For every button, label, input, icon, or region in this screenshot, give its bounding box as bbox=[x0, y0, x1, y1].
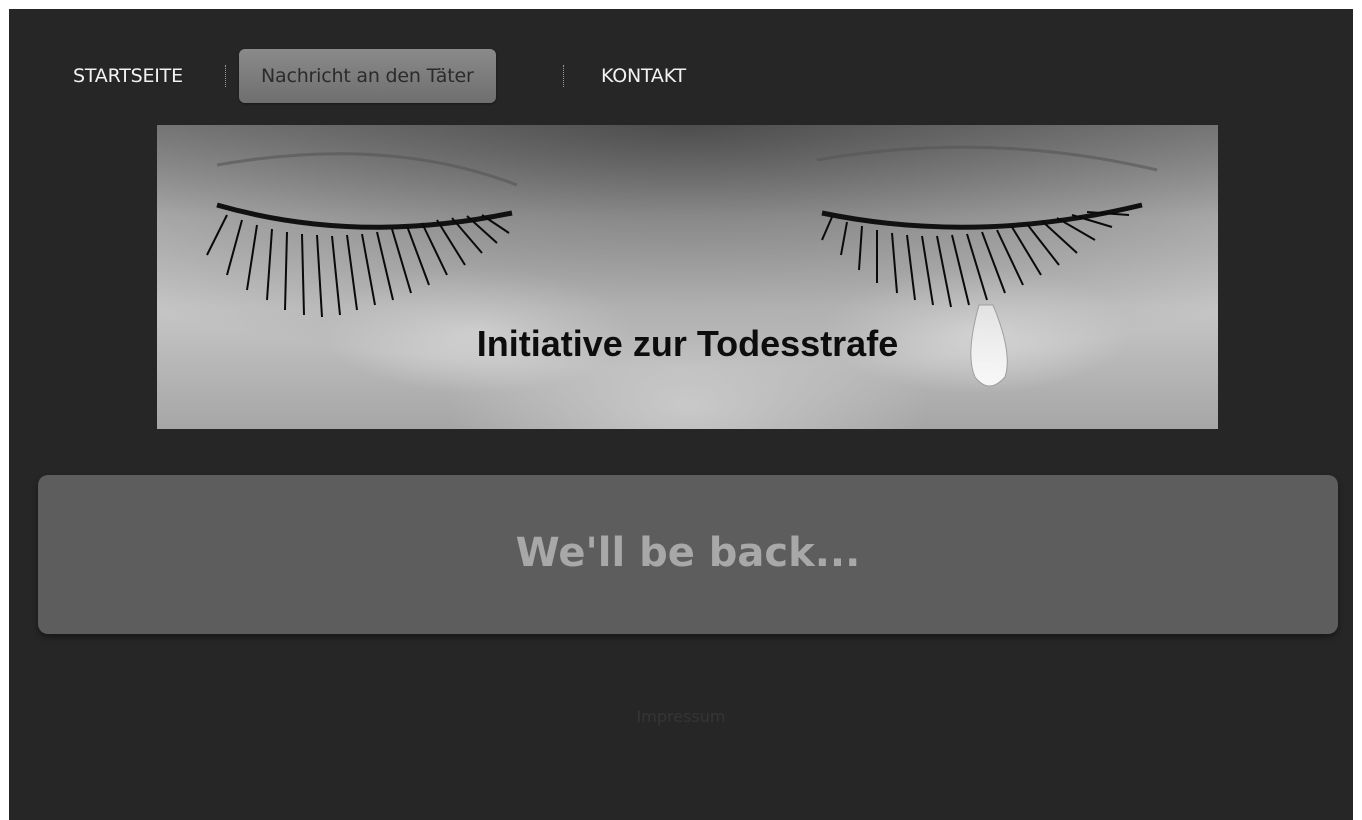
header-banner-image: Initiative zur Todesstrafe bbox=[157, 125, 1218, 429]
banner-title: Initiative zur Todesstrafe bbox=[476, 323, 899, 364]
page-frame: STARTSEITE Nachricht an den Täter KONTAK… bbox=[9, 9, 1353, 820]
nav-item-nachricht-an-den-taeter[interactable]: Nachricht an den Täter bbox=[239, 49, 496, 103]
maintenance-message: We'll be back... bbox=[515, 530, 861, 576]
main-navigation: STARTSEITE Nachricht an den Täter KONTAK… bbox=[9, 49, 1353, 103]
nav-item-kontakt[interactable]: KONTAKT bbox=[601, 49, 686, 103]
nav-separator bbox=[563, 65, 564, 87]
impressum-link[interactable]: Impressum bbox=[9, 707, 1353, 726]
maintenance-message-box: We'll be back... bbox=[38, 475, 1338, 634]
nav-item-startseite[interactable]: STARTSEITE bbox=[73, 49, 183, 103]
crying-eyes-photo-icon bbox=[157, 125, 1218, 429]
nav-separator bbox=[225, 65, 226, 87]
